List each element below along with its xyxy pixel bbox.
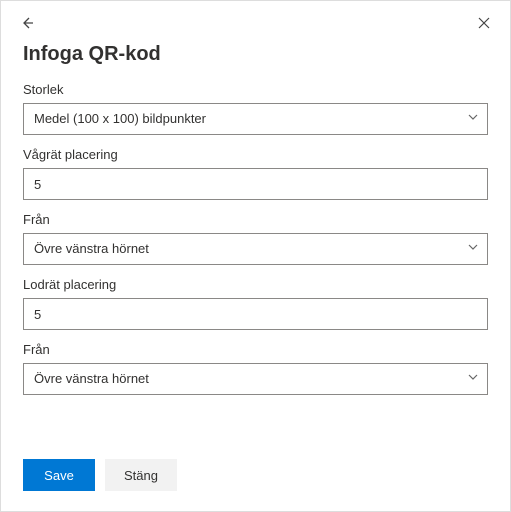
close-button[interactable] <box>472 11 496 35</box>
back-button[interactable] <box>15 11 39 35</box>
hpos-label: Vågrät placering <box>23 147 488 162</box>
footer: Save Stäng <box>23 459 177 491</box>
hpos-input[interactable] <box>23 168 488 200</box>
form: Storlek Medel (100 x 100) bildpunkter Vå… <box>1 82 510 395</box>
page-title: Infoga QR-kod <box>1 35 510 82</box>
close-icon <box>477 16 491 30</box>
vpos-label: Lodrät placering <box>23 277 488 292</box>
size-label: Storlek <box>23 82 488 97</box>
vfrom-select[interactable]: Övre vänstra hörnet <box>23 363 488 395</box>
hfrom-label: Från <box>23 212 488 227</box>
hfrom-select-value: Övre vänstra hörnet <box>24 234 487 264</box>
arrow-left-icon <box>19 15 35 31</box>
size-select-value: Medel (100 x 100) bildpunkter <box>24 104 487 134</box>
vfrom-select-value: Övre vänstra hörnet <box>24 364 487 394</box>
close-dialog-button[interactable]: Stäng <box>105 459 177 491</box>
hfrom-select[interactable]: Övre vänstra hörnet <box>23 233 488 265</box>
vfrom-label: Från <box>23 342 488 357</box>
vpos-input[interactable] <box>23 298 488 330</box>
size-select[interactable]: Medel (100 x 100) bildpunkter <box>23 103 488 135</box>
save-button[interactable]: Save <box>23 459 95 491</box>
